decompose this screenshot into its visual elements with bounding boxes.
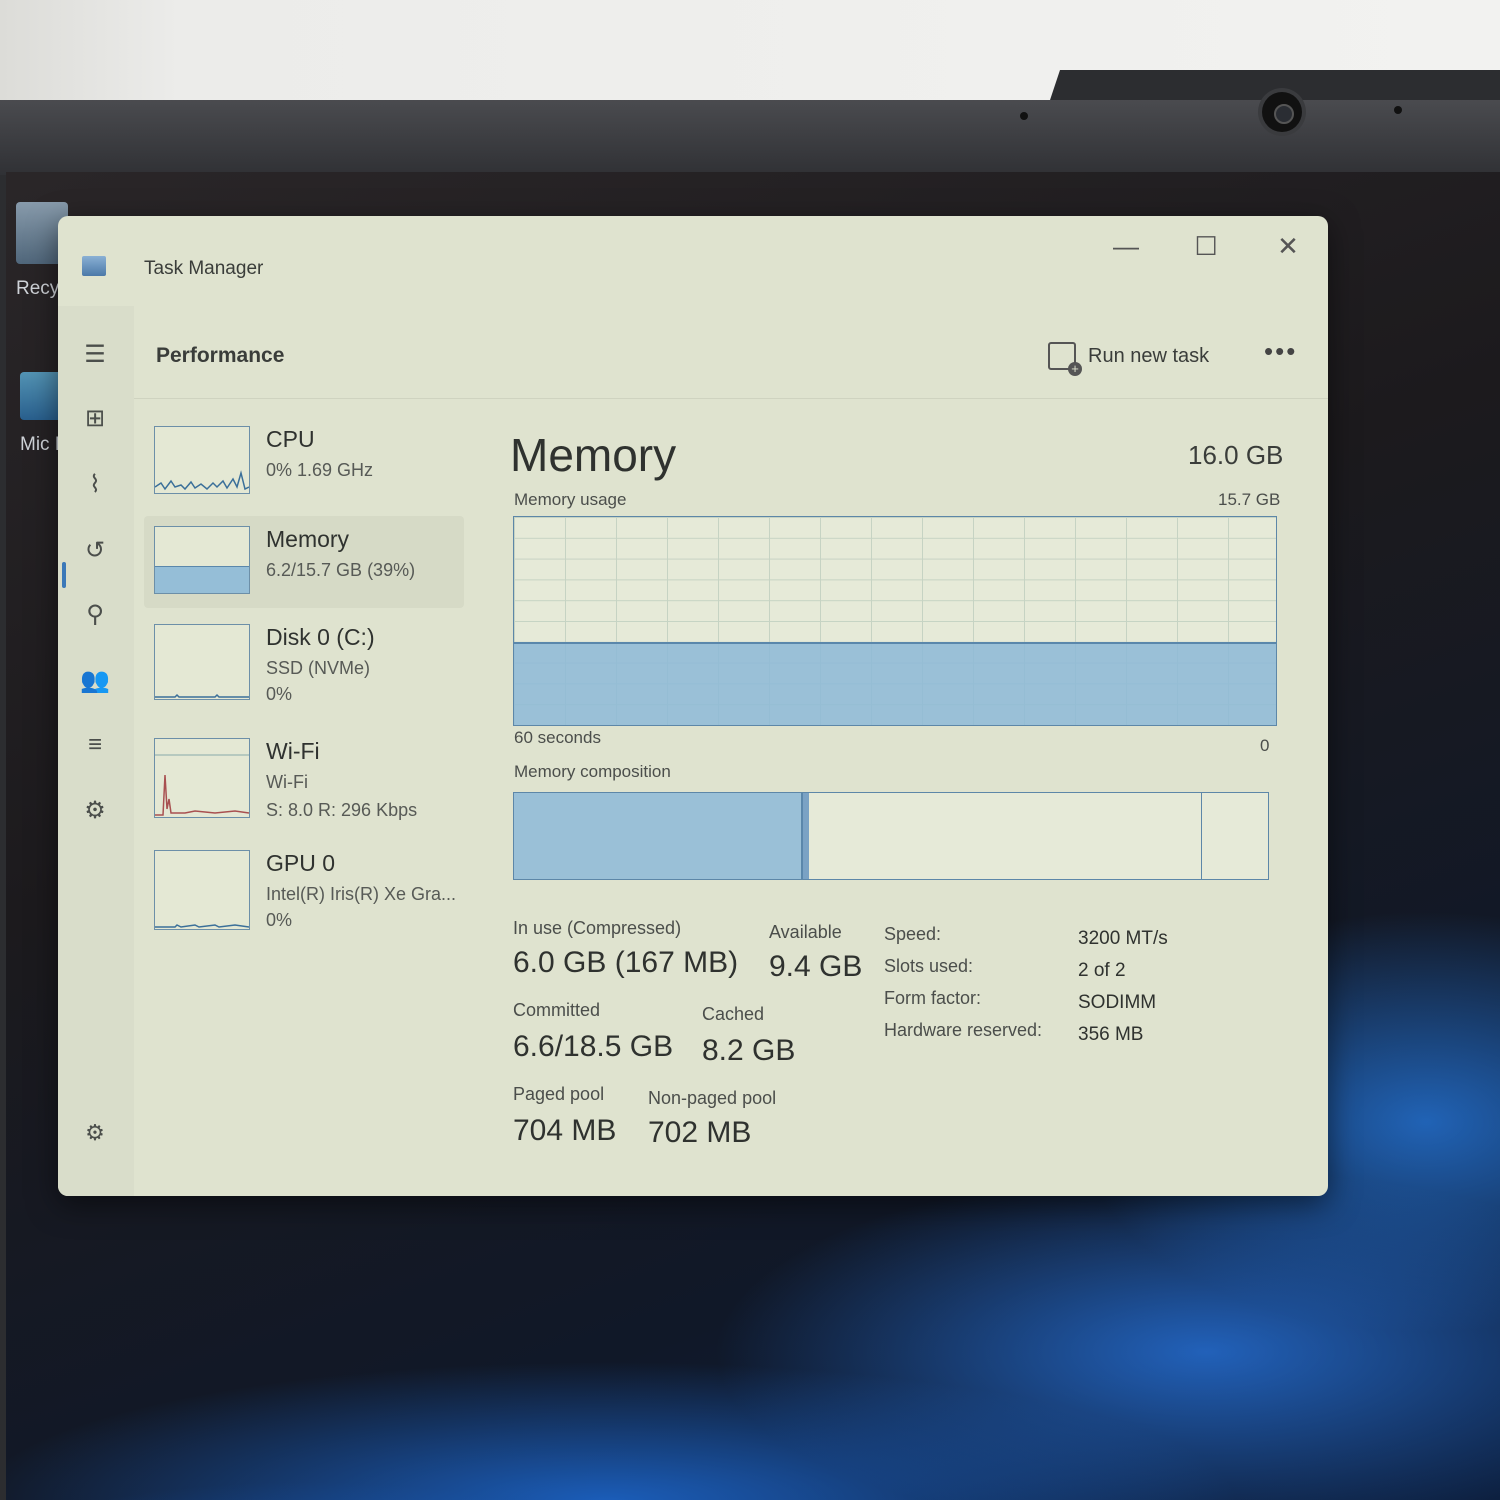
composition-in-use-segment — [514, 793, 803, 879]
speed-value: 3200 MT/s — [1078, 928, 1168, 949]
run-task-icon — [1048, 342, 1082, 376]
speed-label: Speed: — [884, 924, 942, 944]
wifi-thumbnail-graph — [154, 738, 250, 818]
cached-label: Cached — [702, 1004, 765, 1024]
hardware-reserved-label: Hardware reserved: — [884, 1020, 1043, 1040]
disk-thumbnail-graph — [154, 624, 250, 700]
settings-gear-icon[interactable]: ⚙ — [80, 1118, 110, 1148]
resource-item-cpu[interactable]: CPU 0% 1.69 GHz — [144, 416, 464, 508]
memory-total: 16.0 GB — [1188, 440, 1284, 470]
hardware-reserved-value: 356 MB — [1078, 1024, 1144, 1045]
task-manager-window: Task Manager — ☐ ✕ ☰ ⊞ ⌇ ↺ ⚲ 👥 ≡ ⚙ ⚙ Per… — [58, 216, 1328, 1196]
task-manager-app-icon — [82, 256, 106, 276]
in-use-label: In use (Compressed) — [513, 918, 682, 938]
webcam-icon — [1262, 92, 1302, 132]
nav-selection-indicator — [62, 562, 66, 588]
memory-usage-max: 15.7 GB — [1218, 490, 1281, 509]
memory-thumbnail-graph — [154, 526, 250, 594]
resource-name: CPU — [266, 426, 315, 452]
details-icon[interactable]: ≡ — [80, 730, 110, 760]
memory-composition-label: Memory composition — [514, 762, 671, 781]
cpu-thumbnail-graph — [154, 426, 250, 494]
page-title: Performance — [156, 344, 285, 367]
resource-item-disk[interactable]: Disk 0 (C:) SSD (NVMe) 0% — [144, 614, 464, 706]
committed-value: 6.6/18.5 GB — [513, 1030, 674, 1063]
resource-item-gpu[interactable]: GPU 0 Intel(R) Iris(R) Xe Gra... 0% — [144, 840, 464, 932]
in-use-value: 6.0 GB (167 MB) — [513, 946, 739, 979]
memory-usage-fill — [514, 641, 1276, 725]
committed-label: Committed — [513, 1000, 601, 1020]
performance-icon[interactable]: ⌇ — [80, 470, 110, 500]
resource-detail: 0% — [266, 684, 293, 704]
memory-title: Memory — [510, 429, 677, 481]
composition-free-segment — [1202, 793, 1268, 879]
hamburger-menu-icon[interactable]: ☰ — [80, 340, 110, 370]
available-label: Available — [769, 922, 842, 942]
title-bar[interactable]: Task Manager — ☐ ✕ — [58, 216, 1328, 306]
composition-standby-segment — [809, 793, 1202, 879]
resource-detail: S: 8.0 R: 296 Kbps — [266, 800, 418, 820]
memory-usage-label: Memory usage — [514, 490, 627, 509]
resource-item-memory[interactable]: Memory 6.2/15.7 GB (39%) — [144, 516, 464, 608]
resource-name: GPU 0 — [266, 850, 336, 876]
graph-axis-right-label: 0 — [1260, 736, 1270, 755]
sensor-dot — [1394, 106, 1402, 114]
form-factor-value: SODIMM — [1078, 992, 1157, 1013]
graph-axis-left-label: 60 seconds — [514, 728, 601, 747]
desktop-icon-label: Recy — [16, 278, 60, 299]
services-icon[interactable]: ⚙ — [80, 796, 110, 826]
window-title: Task Manager — [144, 258, 264, 279]
paged-pool-label: Paged pool — [513, 1084, 605, 1104]
startup-apps-icon[interactable]: ⚲ — [80, 600, 110, 630]
available-value: 9.4 GB — [769, 950, 863, 983]
memory-usage-graph — [513, 516, 1277, 726]
resource-detail: 6.2/15.7 GB (39%) — [266, 560, 416, 580]
non-paged-pool-value: 702 MB — [648, 1116, 752, 1149]
close-button[interactable]: ✕ — [1258, 226, 1318, 266]
paged-pool-value: 704 MB — [513, 1114, 617, 1147]
resource-detail: SSD (NVMe) — [266, 658, 371, 678]
form-factor-label: Form factor: — [884, 988, 982, 1008]
resource-detail: 0% — [266, 910, 293, 930]
gpu-thumbnail-graph — [154, 850, 250, 930]
users-icon[interactable]: 👥 — [80, 666, 110, 696]
resource-detail: Intel(R) Iris(R) Xe Gra... — [266, 884, 457, 904]
run-new-task-label: Run new task — [1088, 344, 1210, 367]
app-history-icon[interactable]: ↺ — [80, 536, 110, 566]
resource-name: Disk 0 (C:) — [266, 624, 375, 650]
resource-item-wifi[interactable]: Wi-Fi Wi-Fi S: 8.0 R: 296 Kbps — [144, 728, 464, 820]
maximize-button[interactable]: ☐ — [1176, 226, 1236, 266]
cached-value: 8.2 GB — [702, 1034, 796, 1067]
processes-icon[interactable]: ⊞ — [80, 404, 110, 434]
resource-name: Wi-Fi — [266, 738, 320, 764]
page-header: Performance Run new task ••• — [134, 306, 1328, 399]
slots-used-value: 2 of 2 — [1078, 960, 1126, 981]
navigation-rail: ☰ ⊞ ⌇ ↺ ⚲ 👥 ≡ ⚙ ⚙ — [58, 306, 134, 1196]
sensor-dot — [1020, 112, 1028, 120]
resource-detail: Wi-Fi — [266, 772, 308, 792]
slots-used-label: Slots used: — [884, 956, 974, 976]
resource-name: Memory — [266, 526, 350, 552]
run-new-task-button[interactable]: Run new task — [1048, 336, 1209, 376]
resource-detail: 0% 1.69 GHz — [266, 460, 374, 480]
memory-composition-bar — [513, 792, 1269, 880]
minimize-button[interactable]: — — [1096, 226, 1156, 266]
more-options-button[interactable]: ••• — [1264, 336, 1297, 367]
non-paged-pool-label: Non-paged pool — [648, 1088, 777, 1108]
